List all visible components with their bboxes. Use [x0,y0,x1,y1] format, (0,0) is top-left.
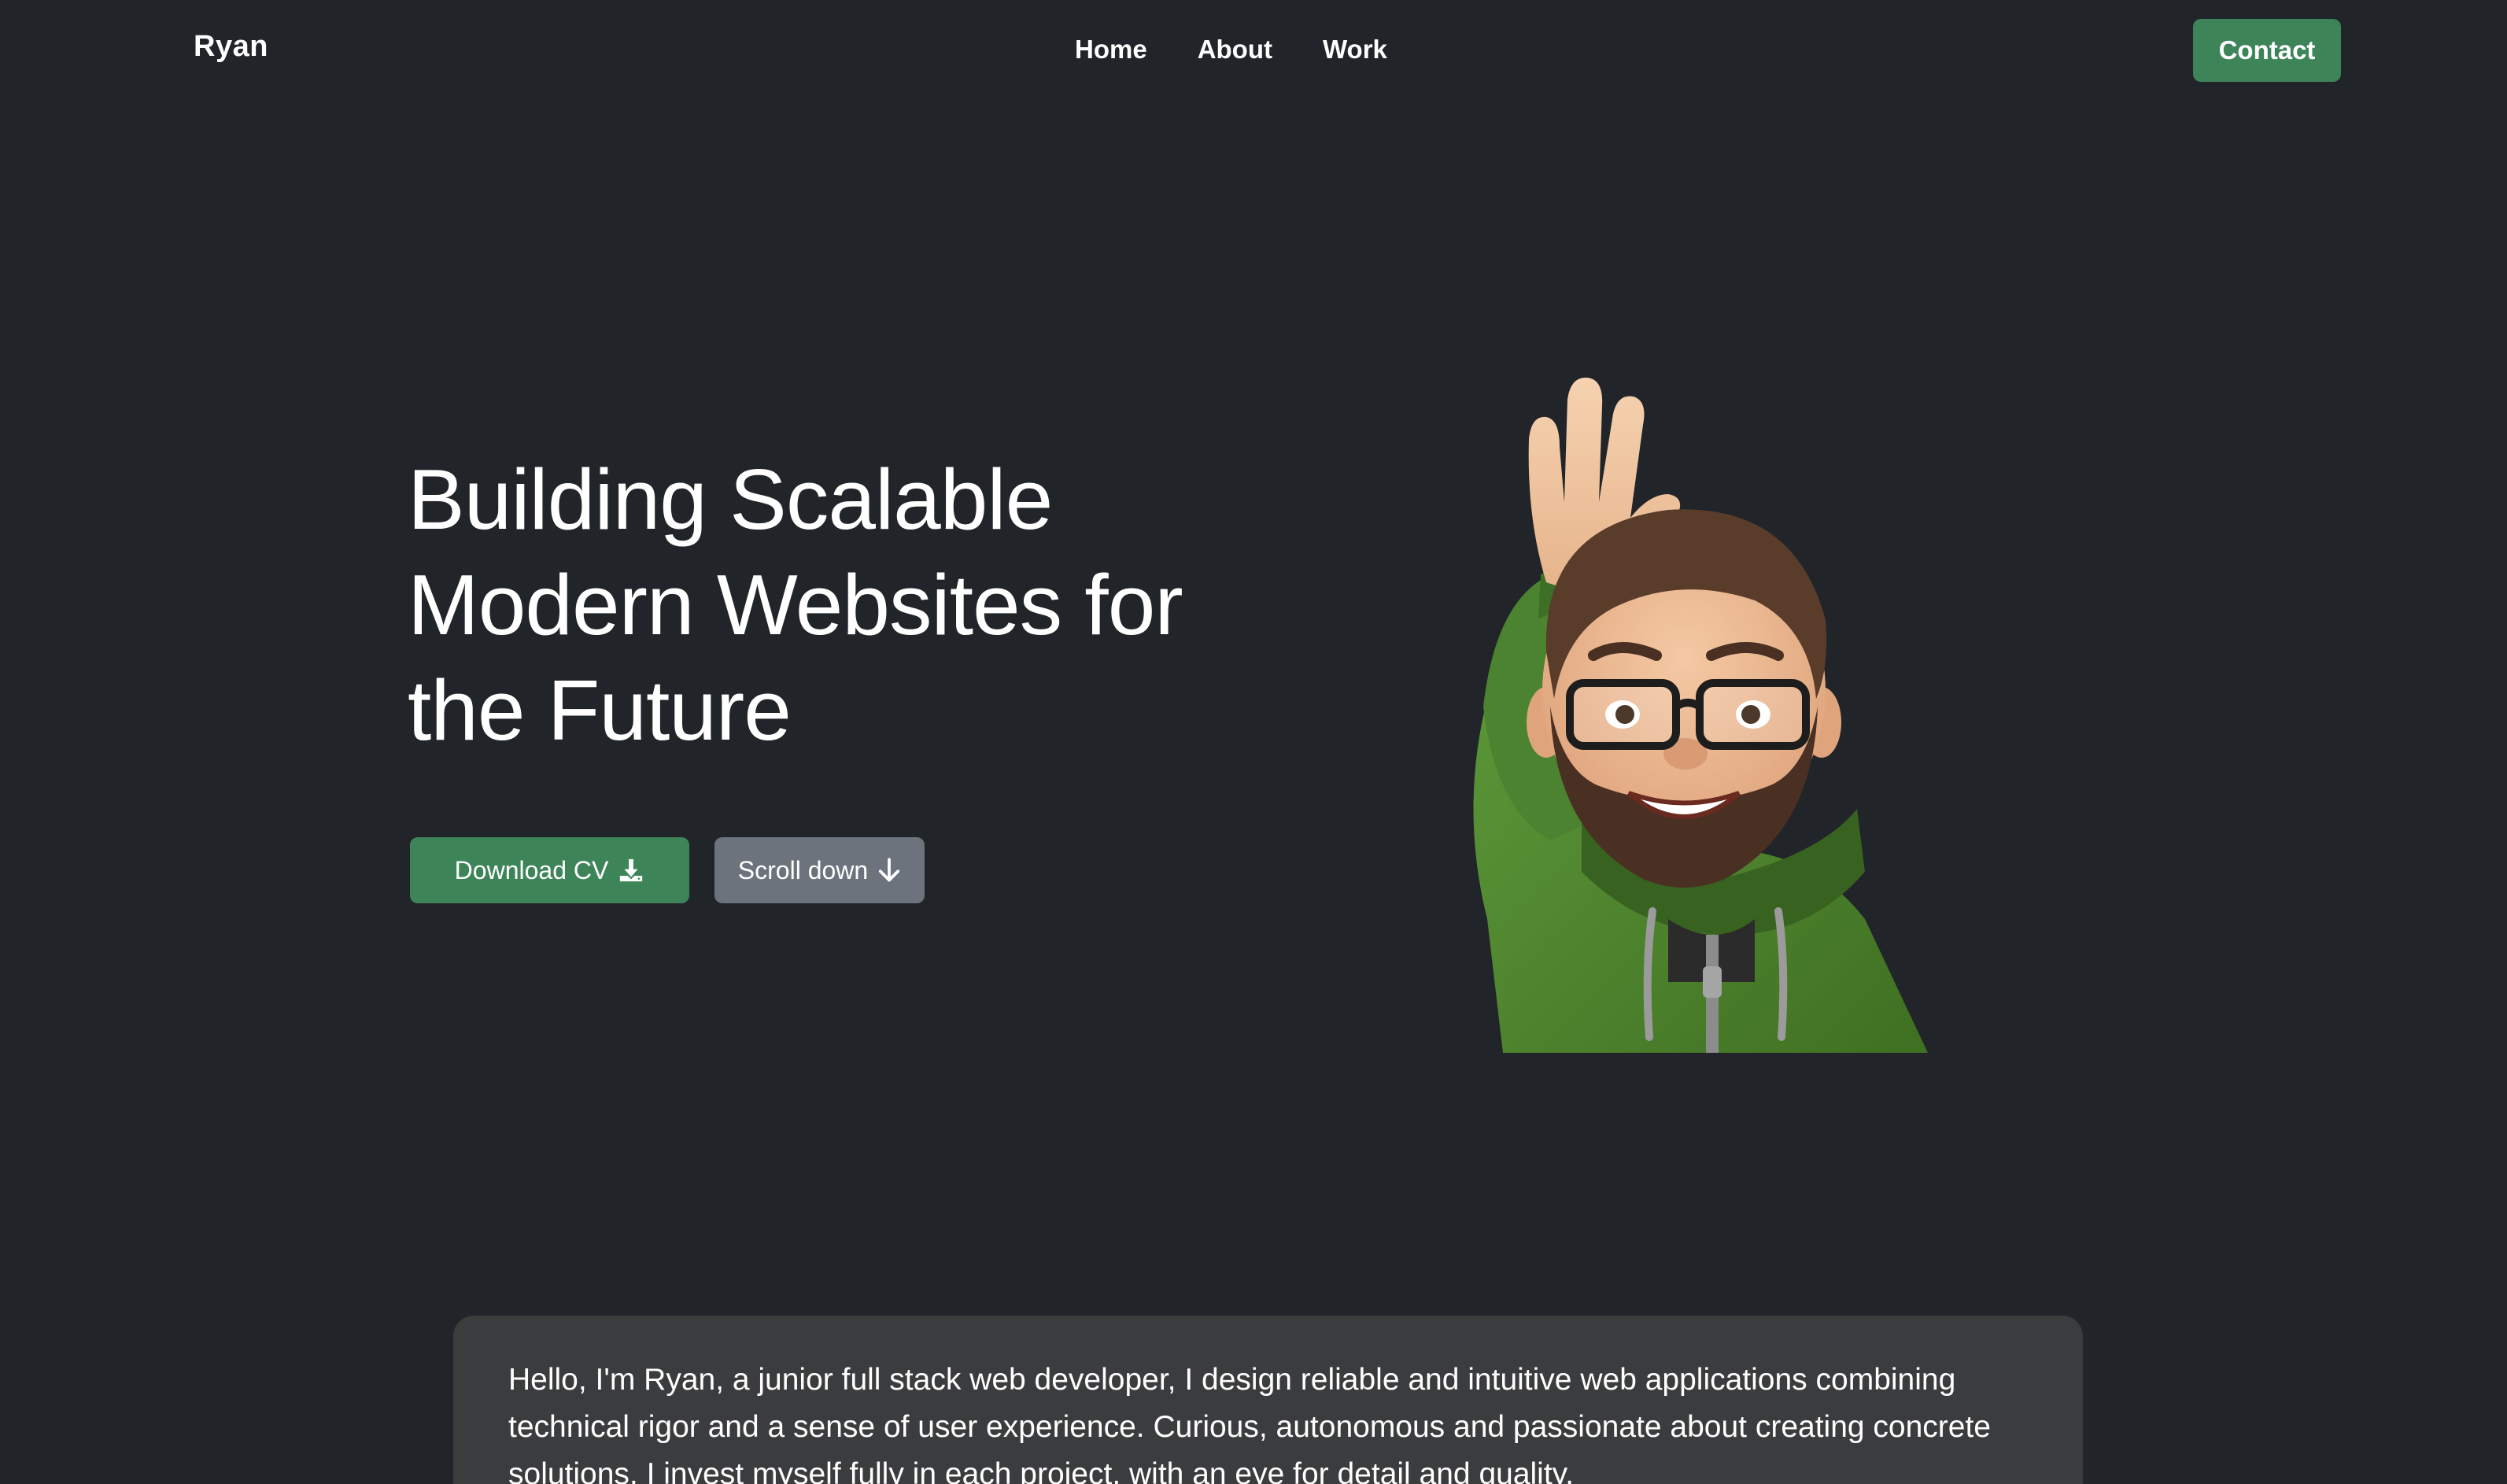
download-icon [618,857,644,884]
nav-link-home[interactable]: Home [1075,35,1147,65]
hero-title-line-3: the Future [408,663,792,759]
nav-links: Home About Work [1075,35,1387,65]
hero-title-line-1: Building Scalable [408,452,1053,548]
brand-logo[interactable]: Ryan [194,30,268,64]
about-card: Hello, I'm Ryan, a junior full stack web… [453,1316,2083,1484]
navbar: Ryan Home About Work Contact [0,0,2507,101]
download-cv-button[interactable]: Download CV [410,837,689,903]
hero-title: Building Scalable Modern Websites for th… [408,447,1273,763]
nav-link-work[interactable]: Work [1323,35,1387,65]
contact-button[interactable]: Contact [2193,19,2341,82]
arrow-down-icon [877,857,901,884]
scroll-down-button[interactable]: Scroll down [714,837,925,903]
download-cv-label: Download CV [454,855,609,884]
page: Ryan Home About Work Contact Building Sc… [0,0,2507,1484]
waving-memoji-avatar [1385,368,1936,1053]
nav-link-about[interactable]: About [1198,35,1272,65]
hero-title-line-2: Modern Websites for [408,557,1183,653]
scroll-down-label: Scroll down [737,855,869,884]
about-text: Hello, I'm Ryan, a junior full stack web… [508,1363,1991,1484]
